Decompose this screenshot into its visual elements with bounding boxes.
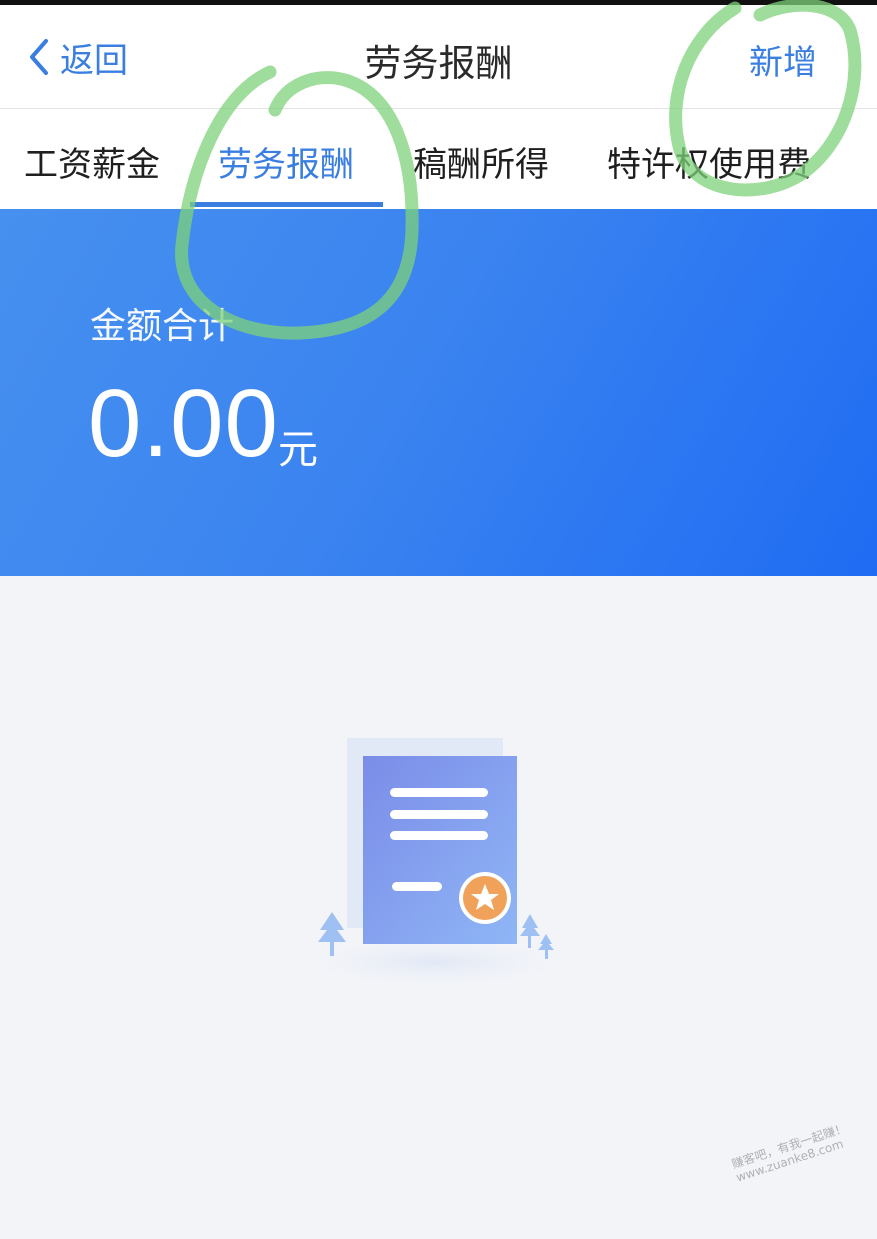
total-amount-value: 0.00: [88, 370, 279, 477]
category-tabs: 工资薪金 劳务报酬 稿酬所得 特许权使用费: [0, 109, 877, 209]
total-amount-label: 金额合计: [90, 306, 235, 347]
page-title: 劳务报酬: [364, 42, 513, 85]
tab-salary[interactable]: 工资薪金: [24, 137, 160, 186]
active-tab-indicator: [190, 202, 383, 207]
tab-author-remuneration[interactable]: 稿酬所得: [413, 137, 549, 186]
watermark: 赚客吧，有我一起赚！ www.zuanke8.com: [730, 1121, 853, 1185]
tab-royalties[interactable]: 特许权使用费: [607, 137, 811, 186]
currency-unit: 元: [278, 427, 318, 473]
screen: 返回 劳务报酬 新增 工资薪金 劳务报酬 稿酬所得 特许权使用费 金额合计 0.…: [0, 0, 877, 1239]
tab-labor-remuneration[interactable]: 劳务报酬: [218, 137, 354, 186]
summary-banner: 金额合计 0.00 元: [0, 209, 877, 576]
document-certificate-icon: [285, 738, 585, 990]
navigation-bar: 返回 劳务报酬 新增: [0, 5, 877, 109]
add-button[interactable]: 新增: [749, 35, 817, 84]
